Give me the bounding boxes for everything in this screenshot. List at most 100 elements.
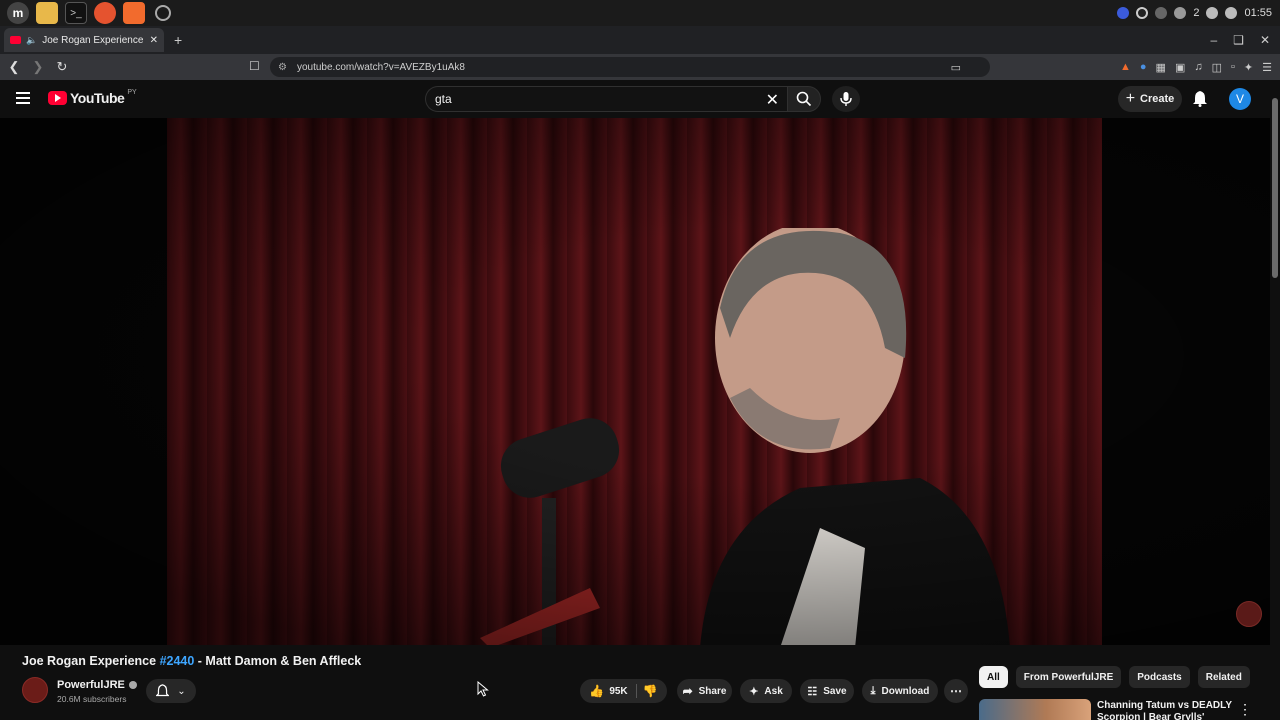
search-input[interactable]: gta ✕ <box>425 86 787 112</box>
channel-name-link[interactable]: PowerfulJRE <box>57 679 137 691</box>
sparkle-icon: ✦ <box>749 685 759 698</box>
channel-watermark-icon[interactable] <box>1236 601 1262 627</box>
clock[interactable]: 01:55 <box>1244 7 1272 19</box>
chip-from-channel[interactable]: From PowerfulJRE <box>1015 666 1122 688</box>
recommended-video-title[interactable]: Channing Tatum vs DEADLY Scorpion | Bear… <box>1097 700 1237 720</box>
forward-icon[interactable]: ❯ <box>28 59 48 75</box>
youtube-play-icon <box>48 91 67 105</box>
channel-name[interactable]: PowerfulJRE <box>57 679 125 691</box>
guide-menu-icon[interactable] <box>16 92 30 104</box>
dislike-button[interactable]: 👎 <box>643 684 658 698</box>
mouse-cursor-icon <box>477 681 489 697</box>
back-icon[interactable]: ❮ <box>4 59 24 75</box>
tab-youtube[interactable]: 🔈 Joe Rogan Experience #2440 ✕ <box>4 28 164 52</box>
translate-icon[interactable]: ● <box>1140 61 1147 73</box>
site-info-icon[interactable]: ⚙ <box>278 62 287 73</box>
like-button[interactable]: 👍 95K <box>589 684 637 698</box>
youtube-logo[interactable]: YouTube PY <box>48 88 137 106</box>
create-label: Create <box>1140 93 1175 105</box>
clear-search-icon[interactable]: ✕ <box>766 90 779 110</box>
video-vignette <box>0 118 1270 645</box>
brave-icon[interactable] <box>123 2 145 24</box>
notifications-bell-icon[interactable] <box>1192 90 1208 107</box>
scrollbar-thumb[interactable] <box>1272 98 1278 278</box>
search-value[interactable]: gta <box>435 92 452 106</box>
verified-badge-icon <box>128 681 137 689</box>
new-tab-button[interactable]: + <box>174 32 182 48</box>
save-playlist-icon: ☷ <box>807 685 818 698</box>
video-hashtag-link[interactable]: #2440 <box>160 654 195 668</box>
shield-icon[interactable] <box>1174 7 1187 19</box>
menu-icon[interactable]: m <box>7 2 29 24</box>
files-icon[interactable] <box>36 2 58 24</box>
microphone-icon <box>840 92 852 106</box>
leo-icon[interactable]: ✦ <box>1244 61 1253 74</box>
ask-button[interactable]: ✦ Ask <box>740 679 792 703</box>
save-button[interactable]: ☷ Save <box>800 679 854 703</box>
youtube-favicon-icon <box>10 36 21 44</box>
firefox-icon[interactable] <box>94 2 116 24</box>
extensions-area: ▭ ▲ ● ▦ ▣ ♫ ◫ ▫ ✦ ☰ <box>951 54 1272 80</box>
browser-toolbar: ❮ ❯ ↻ ☐ ⚙ youtube.com/watch?v=AVEZBy1uAk… <box>0 54 1280 80</box>
subscriber-count: 20.6M subscribers <box>57 694 127 704</box>
maximize-icon[interactable]: ❑ <box>1233 33 1244 47</box>
url-text[interactable]: youtube.com/watch?v=AVEZBy1uAk8 <box>297 62 465 73</box>
bookmark-icon[interactable]: ☐ <box>249 59 260 73</box>
tab-close-icon[interactable]: ✕ <box>150 35 158 46</box>
update-count[interactable]: 2 <box>1193 7 1199 19</box>
media-icon[interactable]: ♫ <box>1194 61 1202 73</box>
download-icon: ⤓ <box>870 684 876 697</box>
more-vertical-icon[interactable]: ⋮ <box>1238 701 1252 718</box>
youtube-masthead: YouTube PY gta ✕ + Create V <box>0 80 1280 118</box>
window-close-icon[interactable]: ✕ <box>1260 33 1270 47</box>
reload-icon[interactable]: ↻ <box>52 59 72 75</box>
youtube-wordmark: YouTube <box>70 90 125 106</box>
chip-podcasts[interactable]: Podcasts <box>1129 666 1190 688</box>
screenshot-icon[interactable]: ▣ <box>1175 61 1185 74</box>
volume-icon[interactable] <box>1225 7 1238 19</box>
browser-menu-icon[interactable]: ☰ <box>1262 61 1272 74</box>
address-bar[interactable]: ⚙ youtube.com/watch?v=AVEZBy1uAk8 <box>270 57 990 77</box>
country-code: PY <box>127 88 137 96</box>
video-player[interactable] <box>0 118 1270 645</box>
wallet-icon[interactable]: ▫ <box>1231 61 1235 73</box>
page-scrollbar[interactable] <box>1270 80 1280 720</box>
recommended-video-thumbnail[interactable] <box>979 699 1091 720</box>
download-label: Download <box>881 685 930 697</box>
bell-icon <box>156 684 170 697</box>
search-button[interactable] <box>787 86 821 112</box>
minimize-icon[interactable]: – <box>1210 33 1217 47</box>
create-button[interactable]: + Create <box>1118 86 1182 112</box>
browser-tabbar: 🔈 Joe Rogan Experience #2440 ✕ + – ❑ ✕ <box>0 26 1280 54</box>
os-taskbar: m >_ 2 01:55 <box>0 0 1280 26</box>
voice-search-button[interactable] <box>832 86 860 112</box>
more-actions-button[interactable]: ⋯ <box>944 679 968 703</box>
download-button[interactable]: ⤓ Download <box>862 679 938 703</box>
channel-avatar[interactable] <box>22 677 48 703</box>
search-icon <box>796 91 812 107</box>
video-title-prefix: Joe Rogan Experience <box>22 654 160 668</box>
terminal-icon[interactable]: >_ <box>65 2 87 24</box>
share-icon: ➦ <box>682 684 693 698</box>
chip-related[interactable]: Related <box>1197 666 1250 688</box>
chip-all[interactable]: All <box>979 666 1008 688</box>
audio-icon[interactable]: 🔈 <box>26 35 37 46</box>
plus-icon: + <box>1125 90 1136 107</box>
like-count: 95K <box>609 685 628 697</box>
share-button[interactable]: ➦ Share <box>677 679 732 703</box>
account-avatar[interactable]: V <box>1229 88 1251 110</box>
obs-icon[interactable] <box>1136 7 1149 19</box>
extensions-icon[interactable]: ▦ <box>1156 61 1166 74</box>
ask-label: Ask <box>764 685 783 697</box>
thumbs-up-icon: 👍 <box>589 684 605 698</box>
sidebar-icon[interactable]: ◫ <box>1212 61 1222 74</box>
brave-shield-icon[interactable]: ▲ <box>1120 61 1131 73</box>
tab-title: Joe Rogan Experience #2440 <box>42 34 144 46</box>
subscription-notifications-button[interactable]: ⌄ <box>146 679 196 703</box>
notification-icon[interactable] <box>1206 7 1219 19</box>
cast-icon[interactable]: ▭ <box>951 61 961 74</box>
window-controls: – ❑ ✕ <box>1210 26 1270 54</box>
security-icon[interactable] <box>1155 7 1168 19</box>
vpn-icon[interactable] <box>1117 7 1130 19</box>
settings-icon[interactable] <box>155 5 171 21</box>
